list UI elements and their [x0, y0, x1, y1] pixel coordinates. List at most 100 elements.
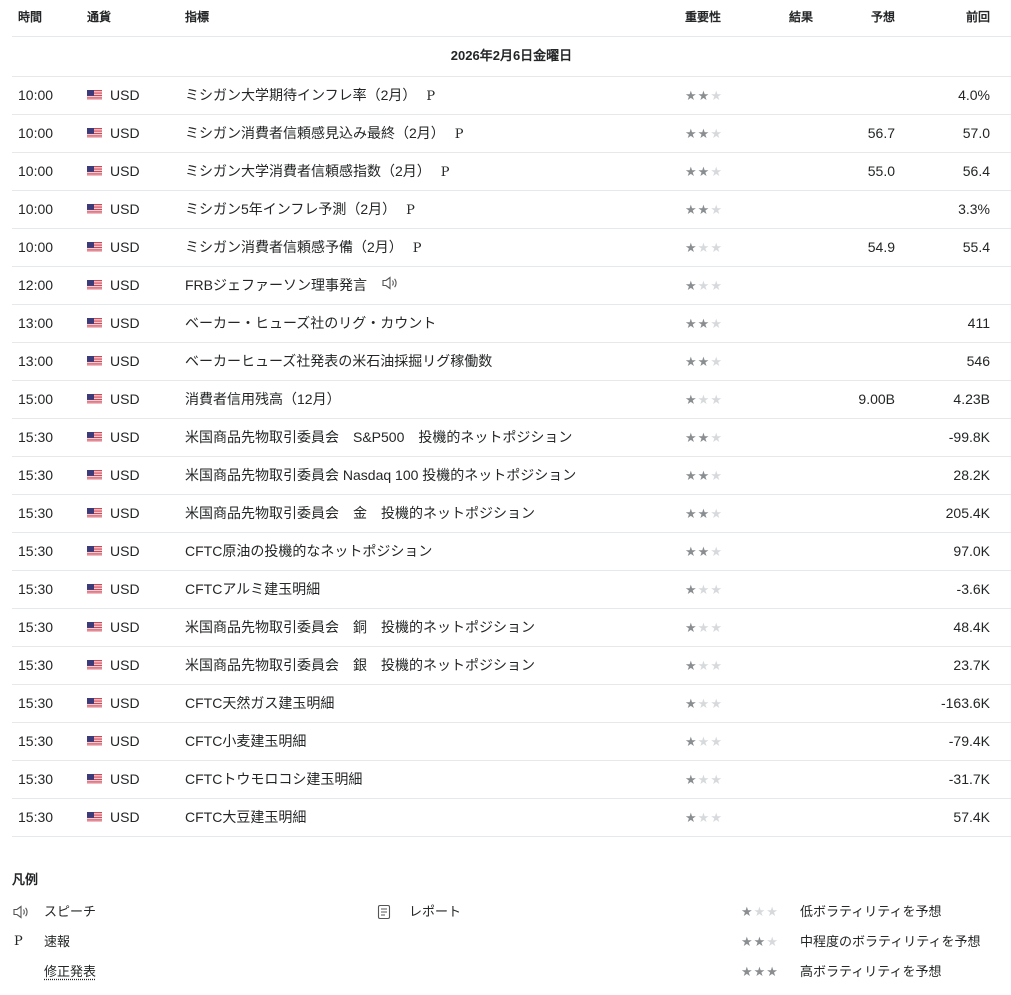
- table-row[interactable]: 15:30 USD 米国商品先物取引委員会 金 投機的ネットポジション ★★★ 205.…: [12, 495, 1011, 533]
- importance-stars: ★★★: [685, 419, 723, 456]
- legend-revised-label: 修正発表: [44, 964, 97, 979]
- header-previous[interactable]: 前回: [966, 8, 990, 25]
- table-row[interactable]: 15:00 USD 消費者信用残高（12月） ★★★ 9.00B 4.23B: [12, 381, 1011, 419]
- event-name-cell[interactable]: CFTCトウモロコシ建玉明細: [185, 761, 362, 798]
- event-currency: USD: [110, 125, 140, 141]
- event-name[interactable]: ミシガン5年インフレ予測（2月）: [185, 201, 396, 217]
- table-row[interactable]: 10:00 USD ミシガン消費者信頼感予備（2月） P ★★★ 54.9 55.4: [12, 229, 1011, 267]
- table-row[interactable]: 15:30 USD 米国商品先物取引委員会 S&P500 投機的ネットポジション ★★…: [12, 419, 1011, 457]
- us-flag-icon: [87, 622, 102, 633]
- star-icon: ★: [697, 240, 711, 255]
- event-name[interactable]: ミシガン大学消費者信頼感指数（2月）: [185, 163, 431, 179]
- event-name-cell[interactable]: CFTC大豆建玉明細: [185, 799, 306, 836]
- event-name[interactable]: 米国商品先物取引委員会 銅 投機的ネットポジション: [185, 619, 535, 635]
- event-name-cell[interactable]: 米国商品先物取引委員会 銀 投機的ネットポジション: [185, 647, 535, 684]
- star-icon: ★: [697, 772, 711, 787]
- event-name[interactable]: 米国商品先物取引委員会 銀 投機的ネットポジション: [185, 657, 535, 673]
- event-currency: USD: [110, 163, 140, 179]
- event-name-cell[interactable]: FRBジェファーソン理事発言: [185, 267, 399, 305]
- table-row[interactable]: 15:30 USD CFTC天然ガス建玉明細 ★★★ -163.6K: [12, 685, 1011, 723]
- event-name[interactable]: ベーカーヒューズ社発表の米石油採掘リグ稼働数: [185, 353, 492, 369]
- us-flag-icon: [87, 318, 102, 329]
- star-icon: ★: [697, 620, 711, 635]
- event-name[interactable]: CFTC天然ガス建玉明細: [185, 695, 334, 711]
- header-importance[interactable]: 重要性: [685, 8, 721, 25]
- event-previous: 4.0%: [958, 87, 990, 103]
- event-name-cell[interactable]: CFTC原油の投機的なネットポジション: [185, 533, 432, 570]
- speaker-icon: [12, 904, 30, 924]
- table-row[interactable]: 15:30 USD CFTC大豆建玉明細 ★★★ 57.4K: [12, 799, 1011, 837]
- event-name[interactable]: CFTCトウモロコシ建玉明細: [185, 771, 362, 787]
- event-currency: USD: [110, 391, 140, 407]
- event-name-cell[interactable]: ミシガン大学期待インフレ率（2月） P: [185, 77, 435, 115]
- table-row[interactable]: 15:30 USD 米国商品先物取引委員会 Nasdaq 100 投機的ネットポジシ…: [12, 457, 1011, 495]
- us-flag-icon: [87, 394, 102, 405]
- event-name[interactable]: ベーカー・ヒューズ社のリグ・カウント: [185, 315, 436, 331]
- table-row[interactable]: 13:00 USD ベーカーヒューズ社発表の米石油採掘リグ稼働数 ★★★ 546: [12, 343, 1011, 381]
- event-previous: 48.4K: [953, 619, 990, 635]
- header-forecast[interactable]: 予想: [871, 8, 895, 25]
- table-row[interactable]: 10:00 USD ミシガン5年インフレ予測（2月） P ★★★ 3.3%: [12, 191, 1011, 229]
- table-row[interactable]: 15:30 USD CFTC小麦建玉明細 ★★★ -79.4K: [12, 723, 1011, 761]
- event-name[interactable]: 米国商品先物取引委員会 金 投機的ネットポジション: [185, 505, 535, 521]
- event-name-cell[interactable]: ミシガン消費者信頼感見込み最終（2月） P: [185, 115, 464, 153]
- star-icon: ★: [697, 164, 711, 179]
- star-icon: ★: [685, 164, 698, 179]
- table-row[interactable]: 13:00 USD ベーカー・ヒューズ社のリグ・カウント ★★★ 411: [12, 305, 1011, 343]
- table-row[interactable]: 15:30 USD CFTCアルミ建玉明細 ★★★ -3.6K: [12, 571, 1011, 609]
- header-time[interactable]: 時間: [18, 8, 42, 25]
- legend-title: 凡例: [12, 872, 39, 887]
- table-row[interactable]: 15:30 USD 米国商品先物取引委員会 銀 投機的ネットポジション ★★★ 23.7…: [12, 647, 1011, 685]
- star-icon: ★: [685, 88, 698, 103]
- event-name-cell[interactable]: 米国商品先物取引委員会 銅 投機的ネットポジション: [185, 609, 535, 646]
- event-name[interactable]: CFTC原油の投機的なネットポジション: [185, 543, 432, 559]
- event-name-cell[interactable]: 米国商品先物取引委員会 S&P500 投機的ネットポジション: [185, 419, 572, 456]
- legend-low-label: 低ボラティリティを予想: [800, 904, 942, 919]
- event-forecast: 54.9: [867, 239, 895, 255]
- star-icon: ★: [710, 126, 723, 141]
- importance-stars: ★★★: [685, 153, 723, 190]
- header-currency[interactable]: 通貨: [87, 8, 111, 25]
- event-name-cell[interactable]: ベーカーヒューズ社発表の米石油採掘リグ稼働数: [185, 343, 492, 380]
- event-name-cell[interactable]: ミシガン消費者信頼感予備（2月） P: [185, 229, 422, 267]
- event-name-cell[interactable]: CFTCアルミ建玉明細: [185, 571, 320, 608]
- header-indicator[interactable]: 指標: [185, 8, 209, 25]
- event-name-cell[interactable]: CFTC天然ガス建玉明細: [185, 685, 334, 722]
- header-actual[interactable]: 結果: [789, 8, 813, 25]
- event-name-cell[interactable]: ベーカー・ヒューズ社のリグ・カウント: [185, 305, 436, 342]
- table-row[interactable]: 10:00 USD ミシガン大学期待インフレ率（2月） P ★★★ 4.0%: [12, 77, 1011, 115]
- event-previous: 205.4K: [945, 505, 990, 521]
- event-name-cell[interactable]: ミシガン5年インフレ予測（2月） P: [185, 191, 415, 229]
- event-name[interactable]: CFTCアルミ建玉明細: [185, 581, 320, 597]
- table-row[interactable]: 10:00 USD ミシガン大学消費者信頼感指数（2月） P ★★★ 55.0 56.4: [12, 153, 1011, 191]
- event-name-cell[interactable]: ミシガン大学消費者信頼感指数（2月） P: [185, 153, 450, 191]
- event-name[interactable]: CFTC大豆建玉明細: [185, 809, 306, 825]
- star-icon: ★: [697, 430, 711, 445]
- event-name[interactable]: ミシガン消費者信頼感見込み最終（2月）: [185, 125, 445, 141]
- event-name[interactable]: ミシガン大学期待インフレ率（2月）: [185, 87, 416, 103]
- event-name-cell[interactable]: 米国商品先物取引委員会 Nasdaq 100 投機的ネットポジション: [185, 457, 576, 494]
- event-name-cell[interactable]: 消費者信用残高（12月）: [185, 381, 341, 418]
- star-icon: ★: [710, 164, 723, 179]
- star-icon: ★: [685, 430, 698, 445]
- event-name[interactable]: ミシガン消費者信頼感予備（2月）: [185, 239, 403, 255]
- event-previous: 28.2K: [953, 467, 990, 483]
- event-name[interactable]: 米国商品先物取引委員会 Nasdaq 100 投機的ネットポジション: [185, 467, 576, 483]
- table-row[interactable]: 15:30 USD CFTCトウモロコシ建玉明細 ★★★ -31.7K: [12, 761, 1011, 799]
- event-name[interactable]: 米国商品先物取引委員会 S&P500 投機的ネットポジション: [185, 429, 572, 445]
- event-name-cell[interactable]: CFTC小麦建玉明細: [185, 723, 306, 760]
- star-icon: ★: [697, 810, 711, 825]
- event-name[interactable]: CFTC小麦建玉明細: [185, 733, 306, 749]
- importance-stars: ★★★: [685, 647, 723, 684]
- table-row[interactable]: 10:00 USD ミシガン消費者信頼感見込み最終（2月） P ★★★ 56.7 57.0: [12, 115, 1011, 153]
- table-row[interactable]: 12:00 USD FRBジェファーソン理事発言 ★★★: [12, 267, 1011, 305]
- legend-speech-label: スピーチ: [44, 904, 97, 919]
- event-currency: USD: [110, 619, 140, 635]
- event-time: 15:30: [18, 619, 54, 635]
- event-name[interactable]: 消費者信用残高（12月）: [185, 391, 341, 407]
- table-row[interactable]: 15:30 USD CFTC原油の投機的なネットポジション ★★★ 97.0K: [12, 533, 1011, 571]
- star-icon: ★: [685, 278, 698, 293]
- event-name[interactable]: FRBジェファーソン理事発言: [185, 277, 367, 293]
- table-row[interactable]: 15:30 USD 米国商品先物取引委員会 銅 投機的ネットポジション ★★★ 48.4…: [12, 609, 1011, 647]
- event-name-cell[interactable]: 米国商品先物取引委員会 金 投機的ネットポジション: [185, 495, 535, 532]
